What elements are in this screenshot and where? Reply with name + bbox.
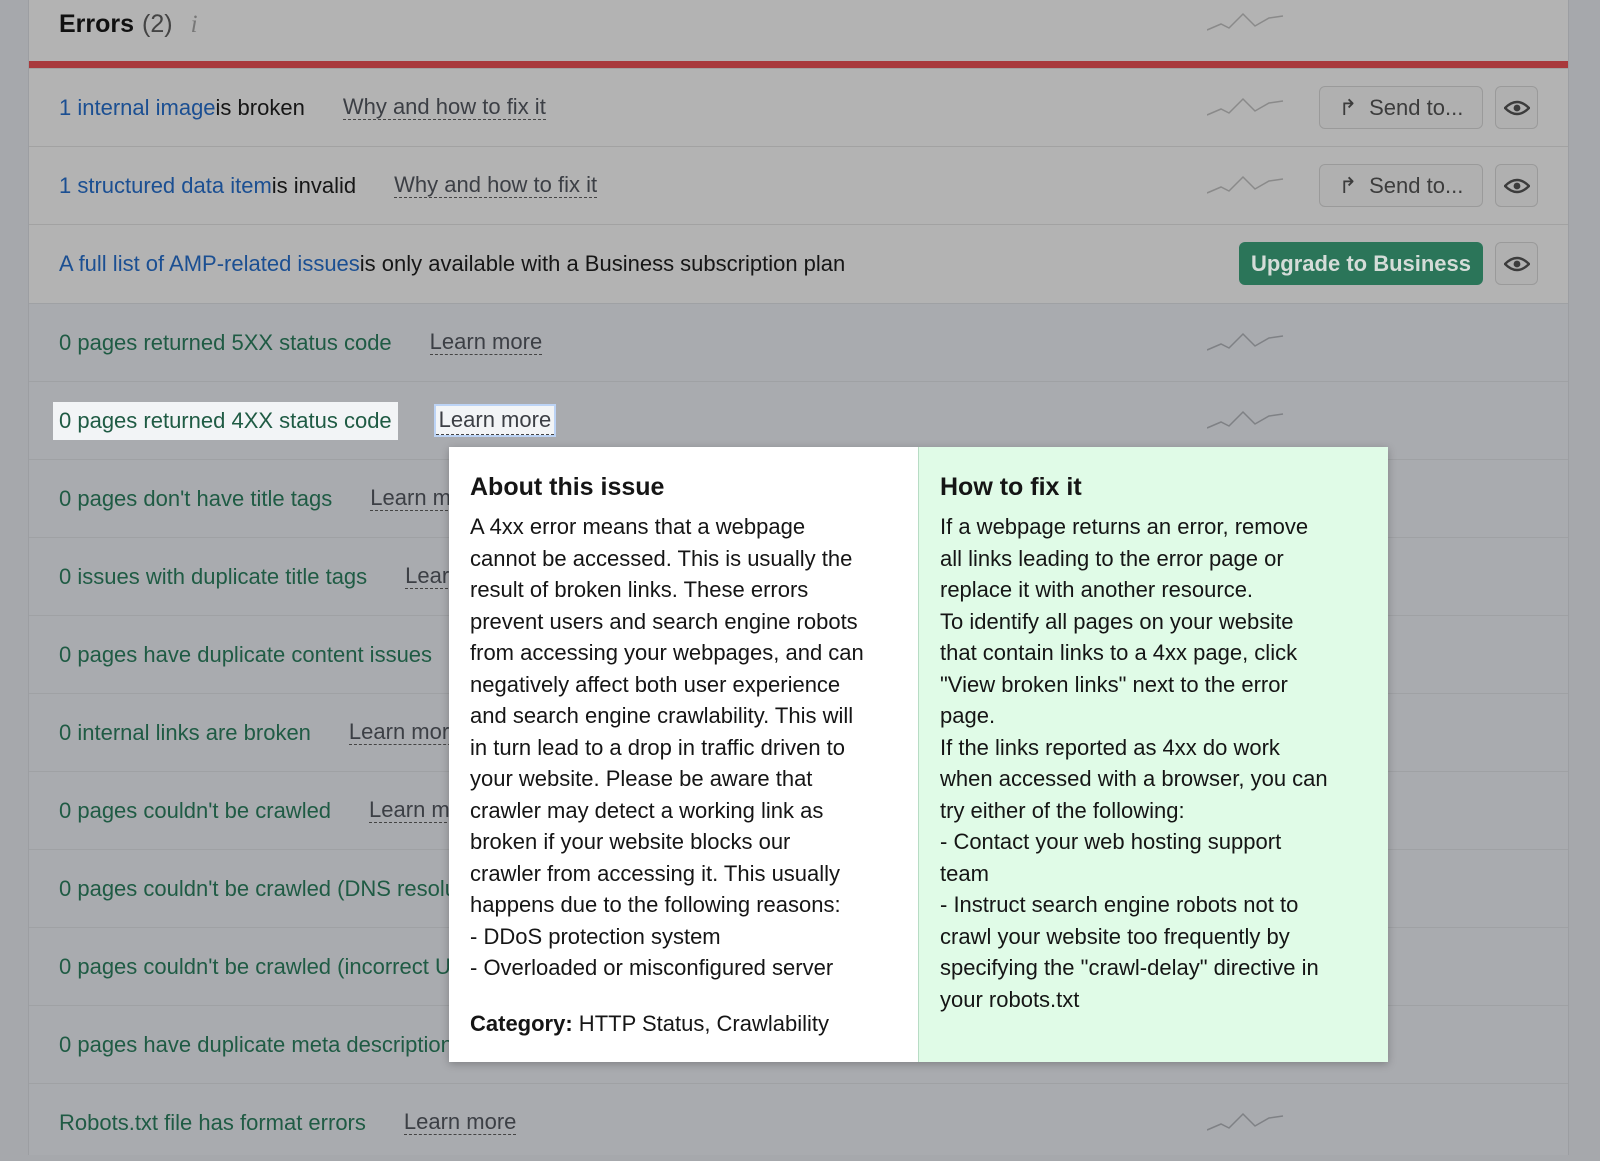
issue-text[interactable]: Robots.txt file has format errors	[59, 1110, 366, 1136]
error-row: 1 internal image is broken Why and how t…	[29, 68, 1568, 146]
category-value: HTTP Status, Crawlability	[572, 1010, 830, 1036]
category: Category: HTTP Status, Crawlability	[470, 1008, 897, 1040]
issue-text[interactable]: 0 pages couldn't be crawled	[59, 798, 331, 824]
eye-icon	[1503, 100, 1530, 115]
about-text: A 4xx error means that a webpage cannot …	[470, 514, 864, 980]
about-title: About this issue	[470, 473, 665, 501]
issue-row: 0 pages returned 5XX status code Learn m…	[29, 303, 1568, 381]
error-count: (2)	[142, 10, 173, 38]
trend-sparkline	[1207, 332, 1284, 351]
info-icon[interactable]: i	[191, 11, 198, 39]
issue-tooltip: About this issue A 4xx error means that …	[449, 447, 1388, 1062]
trend-sparkline	[1207, 175, 1284, 194]
send-to-button[interactable]: ↱ Send to...	[1319, 86, 1483, 129]
issue-text[interactable]: 0 pages don't have title tags	[59, 486, 332, 512]
error-row: 1 structured data item is invalid Why an…	[29, 146, 1568, 224]
issue-link[interactable]: 1 structured data item	[59, 173, 272, 199]
upgrade-button[interactable]: Upgrade to Business	[1239, 242, 1483, 285]
eye-icon-button[interactable]	[1495, 86, 1538, 129]
issue-text: is broken	[215, 94, 305, 120]
trend-sparkline	[1207, 410, 1284, 429]
issue-text[interactable]: 0 pages have duplicate meta descriptions	[59, 1032, 464, 1058]
trend-sparkline	[1207, 12, 1284, 31]
issue-row: Robots.txt file has format errors Learn …	[29, 1083, 1568, 1161]
eye-icon-button[interactable]	[1495, 164, 1538, 207]
issue-text: is invalid	[271, 172, 357, 198]
learn-more-link[interactable]: Learn more	[403, 1110, 517, 1135]
send-to-button[interactable]: ↱ Send to...	[1319, 164, 1483, 207]
issue-text[interactable]: 0 pages have duplicate content issues	[59, 642, 432, 668]
about-issue-panel: About this issue A 4xx error means that …	[449, 447, 919, 1062]
errors-section: Errors (2) i 1 internal image is broken …	[29, 0, 1568, 303]
issue-text[interactable]: 0 internal links are broken	[59, 720, 311, 746]
send-label: Send to...	[1369, 172, 1464, 198]
issue-text[interactable]: 0 issues with duplicate title tags	[59, 564, 367, 590]
fix-title: How to fix it	[940, 473, 1082, 501]
section-title: Errors	[59, 10, 135, 38]
issue-link[interactable]: 1 internal image	[59, 95, 216, 121]
learn-more-link[interactable]: Learn more	[429, 330, 543, 355]
trend-sparkline	[1207, 97, 1284, 116]
send-label: Send to...	[1369, 94, 1464, 120]
how-to-fix-panel: How to fix it If a webpage returns an er…	[919, 447, 1388, 1062]
category-label: Category:	[470, 1010, 573, 1036]
issue-text[interactable]: 0 pages returned 4XX status code	[53, 401, 398, 440]
eye-icon-button[interactable]	[1495, 242, 1538, 285]
learn-more-link[interactable]: Learn more	[433, 404, 557, 437]
learn-more-link[interactable]: Learn more	[348, 720, 462, 745]
issue-text: is only available with a Business subscr…	[359, 250, 846, 276]
share-arrow-icon: ↱	[1338, 172, 1358, 198]
why-fix-link[interactable]: Why and how to fix it	[342, 95, 546, 120]
eye-icon	[1503, 256, 1530, 271]
issue-text[interactable]: 0 pages returned 5XX status code	[59, 330, 392, 356]
why-fix-link[interactable]: Why and how to fix it	[394, 173, 598, 198]
eye-icon	[1503, 178, 1530, 193]
fix-text: If a webpage returns an error, remove al…	[940, 514, 1328, 1012]
errors-header: Errors (2) i	[59, 10, 198, 39]
issue-link[interactable]: A full list of AMP-related issues	[59, 251, 360, 277]
error-severity-bar	[29, 61, 1568, 68]
share-arrow-icon: ↱	[1338, 94, 1358, 120]
error-row: A full list of AMP-related issues is onl…	[29, 224, 1568, 302]
trend-sparkline	[1207, 1112, 1284, 1131]
